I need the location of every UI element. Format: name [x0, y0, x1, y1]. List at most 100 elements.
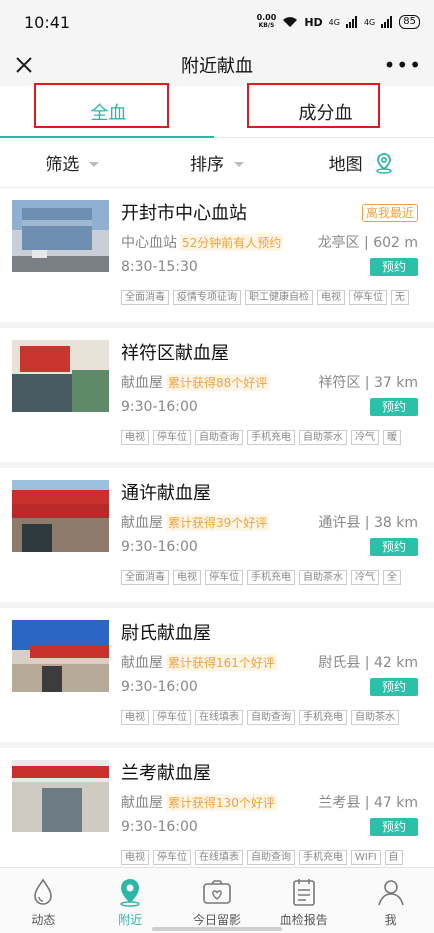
- amenity-tag: 自: [384, 850, 403, 865]
- station-location: 尉氏县 | 42 km: [318, 655, 418, 671]
- station-name: 通许献血屋: [121, 483, 211, 504]
- blood-drop-icon: [34, 878, 53, 905]
- home-indicator: [152, 927, 282, 931]
- book-button[interactable]: 预约: [370, 398, 418, 416]
- amenity-tag: WIFI: [351, 850, 381, 865]
- station-item[interactable]: 开封市中心血站 离我最近 中心血站 52分钟前有人预约 龙亭区 | 602 m …: [0, 188, 434, 328]
- battery-icon: 85: [399, 15, 420, 29]
- amenity-tag: 停车位: [153, 710, 191, 725]
- caret-down-icon: [234, 162, 244, 167]
- tab-blood-report[interactable]: 血检报告: [260, 868, 347, 933]
- book-button[interactable]: 预约: [370, 258, 418, 276]
- station-hint: 累计获得39个好评: [166, 513, 270, 531]
- station-hint: 累计获得88个好评: [166, 373, 270, 391]
- station-photo: [12, 760, 109, 832]
- location-pin-icon: [120, 879, 140, 907]
- book-button[interactable]: 预约: [370, 538, 418, 556]
- highlight-box: [34, 83, 169, 128]
- station-photo: [12, 620, 109, 692]
- station-item[interactable]: 通许献血屋 献血屋 累计获得39个好评 通许县 | 38 km 9:30-16:…: [0, 468, 434, 608]
- hd-label: HD: [304, 15, 323, 29]
- amenity-tag: 冷气: [351, 570, 379, 585]
- amenity-tag: 电视: [121, 850, 149, 865]
- amenity-tag: 手机充电: [247, 570, 295, 585]
- amenity-tag: 自助茶水: [299, 570, 347, 585]
- station-hint: 52分钟前有人预约: [180, 233, 284, 251]
- amenity-tag: 电视: [121, 430, 149, 445]
- amenity-tag: 冷气: [351, 430, 379, 445]
- amenity-tag: 疫情专项征询: [173, 290, 241, 305]
- report-calendar-icon: [292, 879, 315, 906]
- station-hint: 累计获得161个好评: [166, 653, 277, 671]
- tab-component-blood[interactable]: 成分血: [217, 83, 434, 137]
- station-type: 献血屋: [121, 795, 163, 811]
- signal-icon: [381, 16, 393, 28]
- network-speed: 0.00 KB/S: [256, 13, 277, 30]
- station-location: 兰考县 | 47 km: [318, 795, 418, 811]
- filter-bar: 筛选 排序 地图: [0, 138, 434, 188]
- status-bar: 10:41 0.00 KB/S HD 4G 4G 85: [0, 0, 434, 44]
- tab-today-photo[interactable]: 今日留影: [174, 868, 261, 933]
- amenity-tags: 全面消毒 电视 停车位 手机充电 自助茶水 冷气 全: [121, 570, 434, 585]
- book-button[interactable]: 预约: [370, 818, 418, 836]
- station-name: 兰考献血屋: [121, 763, 211, 784]
- station-hint: 累计获得130个好评: [166, 793, 277, 811]
- tab-dynamics[interactable]: 动态: [0, 868, 87, 933]
- station-hours: 9:30-16:00: [121, 539, 198, 555]
- amenity-tag: 手机充电: [299, 850, 347, 865]
- amenity-tag: 全: [383, 570, 401, 585]
- map-button[interactable]: 地图: [289, 150, 434, 175]
- station-photo: [12, 200, 109, 272]
- wifi-icon: [283, 17, 298, 27]
- amenity-tag: 全面消毒: [121, 570, 169, 585]
- sort-button[interactable]: 排序: [145, 150, 290, 175]
- highlight-box: [247, 83, 380, 128]
- page-title: 附近献血: [181, 56, 253, 77]
- amenity-tag: 在线填表: [195, 850, 243, 865]
- bottom-tab-bar: 动态 附近 今日留影 血检报告 我: [0, 867, 434, 933]
- amenity-tag: 全面消毒: [121, 290, 169, 305]
- amenity-tag: 停车位: [349, 290, 387, 305]
- camera-heart-icon: [203, 880, 231, 904]
- active-tab-indicator: [0, 136, 214, 138]
- amenity-tag: 电视: [173, 570, 201, 585]
- station-type: 献血屋: [121, 655, 163, 671]
- station-photo: [12, 480, 109, 552]
- caret-down-icon: [89, 162, 100, 167]
- amenity-tag: 自助查询: [195, 430, 243, 445]
- status-time: 10:41: [24, 12, 71, 32]
- tab-me[interactable]: 我: [347, 868, 434, 933]
- tab-whole-blood[interactable]: 全血: [0, 83, 217, 137]
- amenity-tag: 在线填表: [195, 710, 243, 725]
- station-name: 尉氏献血屋: [121, 623, 211, 644]
- station-hours: 9:30-16:00: [121, 819, 198, 835]
- station-hours: 9:30-16:00: [121, 679, 198, 695]
- station-hours: 9:30-16:00: [121, 399, 198, 415]
- amenity-tag: 自助茶水: [351, 710, 399, 725]
- tab-nearby[interactable]: 附近: [87, 868, 174, 933]
- amenity-tags: 电视 停车位 自助查询 手机充电 自助茶水 冷气 暖: [121, 430, 434, 445]
- signal-4g-2: 4G: [363, 17, 376, 27]
- amenity-tag: 停车位: [153, 850, 191, 865]
- amenity-tag: 自助查询: [247, 850, 295, 865]
- station-photo: [12, 340, 109, 412]
- signal-icon: [345, 16, 357, 28]
- nav-bar: 附近献血 •••: [0, 44, 434, 86]
- station-item[interactable]: 祥符区献血屋 献血屋 累计获得88个好评 祥符区 | 37 km 9:30-16…: [0, 328, 434, 468]
- status-icons: 0.00 KB/S HD 4G 4G 85: [257, 14, 420, 30]
- station-hours: 8:30-15:30: [121, 259, 198, 275]
- station-location: 祥符区 | 37 km: [318, 375, 418, 391]
- filter-button[interactable]: 筛选: [0, 150, 145, 175]
- amenity-tag: 电视: [121, 710, 149, 725]
- station-location: 通许县 | 38 km: [318, 515, 418, 531]
- station-type: 中心血站: [121, 235, 177, 251]
- amenity-tags: 电视 停车位 在线填表 自助查询 手机充电 WIFI 自: [121, 850, 434, 865]
- station-item[interactable]: 尉氏献血屋 献血屋 累计获得161个好评 尉氏县 | 42 km 9:30-16…: [0, 608, 434, 748]
- map-pin-icon: [375, 152, 392, 174]
- book-button[interactable]: 预约: [370, 678, 418, 696]
- amenity-tag: 自助查询: [247, 710, 295, 725]
- more-options-button[interactable]: •••: [384, 53, 422, 77]
- amenity-tag: 暖: [383, 430, 401, 445]
- close-icon[interactable]: [12, 53, 36, 77]
- amenity-tag: 手机充电: [299, 710, 347, 725]
